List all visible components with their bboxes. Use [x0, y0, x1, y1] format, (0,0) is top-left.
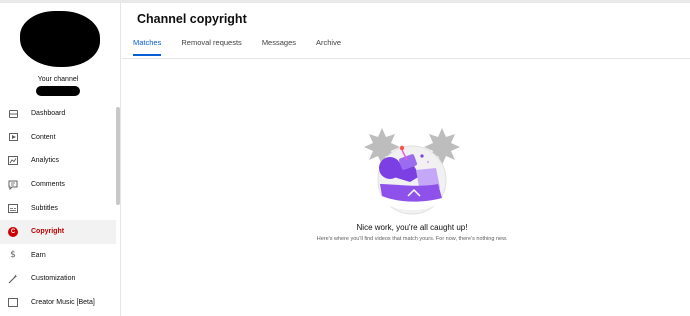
sidebar-item-analytics[interactable]: Analytics: [0, 149, 116, 173]
tab-matches[interactable]: Matches: [133, 38, 162, 56]
sidebar-item-label: Earn: [31, 251, 46, 259]
music-icon: [8, 298, 18, 308]
tab-messages[interactable]: Messages: [262, 38, 296, 56]
comments-icon: [8, 180, 18, 190]
sidebar-item-comments[interactable]: Comments: [0, 173, 116, 197]
sidebar-item-customization[interactable]: Customization: [0, 267, 116, 291]
sidebar-scrollbar[interactable]: [116, 107, 120, 205]
tab-archive[interactable]: Archive: [316, 38, 341, 56]
sidebar-item-subtitles[interactable]: Subtitles: [0, 196, 116, 220]
copyright-icon: C: [8, 226, 18, 237]
channel-avatar[interactable]: [20, 11, 100, 67]
sidebar-item-earn[interactable]: $ Earn: [0, 244, 116, 268]
sidebar-item-label: Dashboard: [31, 110, 66, 118]
analytics-icon: [8, 156, 18, 166]
dollar-icon: $: [10, 250, 16, 261]
sidebar-item-label: Subtitles: [31, 204, 58, 212]
sidebar-item-dashboard[interactable]: Dashboard: [0, 102, 116, 126]
sidebar: Your channel Dashboard Content Analytics…: [0, 3, 121, 316]
sidebar-item-creator-music[interactable]: Creator Music [Beta]: [0, 291, 116, 315]
page-title: Channel copyright: [137, 12, 247, 26]
sidebar-item-copyright[interactable]: C Copyright: [0, 219, 116, 244]
sidebar-item-label: Content: [31, 133, 56, 141]
magic-wand-icon: [8, 274, 18, 284]
sidebar-nav: Dashboard Content Analytics Comments Sub…: [0, 102, 116, 314]
sidebar-item-label: Analytics: [31, 157, 60, 165]
sidebar-item-content[interactable]: Content: [0, 126, 116, 150]
dashboard-icon: [8, 109, 18, 119]
subtitles-icon: [8, 203, 18, 213]
tabs-divider: [122, 58, 690, 59]
copyright-tabs: Matches Removal requests Messages Archiv…: [133, 38, 361, 56]
sidebar-item-label: Customization: [31, 275, 76, 283]
your-channel-label[interactable]: Your channel: [0, 76, 116, 83]
sidebar-item-label: Comments: [31, 181, 65, 189]
sidebar-item-label: Creator Music [Beta]: [31, 299, 95, 307]
tab-removal-requests[interactable]: Removal requests: [181, 38, 241, 56]
content-icon: [8, 132, 18, 142]
empty-state-subtitle: Here's where you'll find videos that mat…: [316, 236, 508, 242]
empty-state-illustration: [364, 128, 460, 215]
empty-state-title: Nice work, you're all caught up!: [356, 223, 468, 232]
sidebar-item-label: Copyright: [31, 228, 65, 236]
channel-name-redacted: [36, 86, 80, 96]
